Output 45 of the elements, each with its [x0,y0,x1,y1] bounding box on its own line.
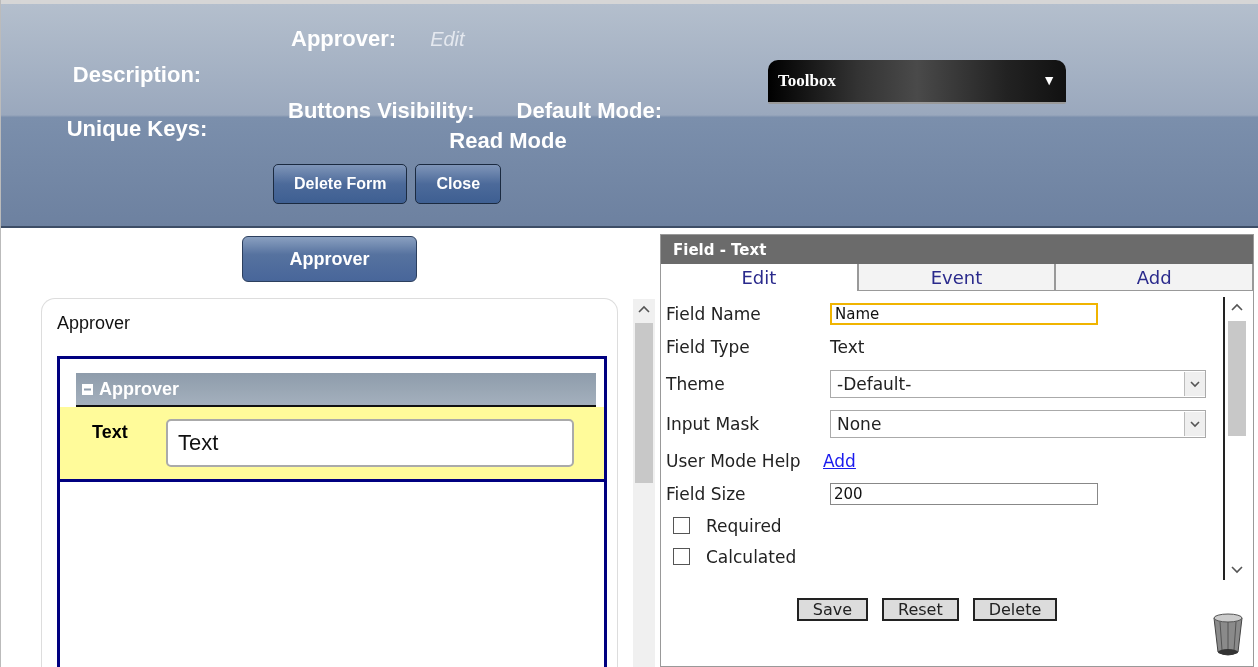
checkbox-label: Required [706,515,782,536]
form-button[interactable]: Approver [242,236,417,282]
text-field[interactable]: 200 [830,482,1098,505]
scrollbar[interactable] [1223,297,1249,580]
property-label: Field Type [666,337,751,357]
unique-keys-label: Unique Keys: [66,116,208,142]
scroll-up-icon[interactable] [1231,303,1243,311]
panel-title: Field - Text [661,235,1253,264]
chevron-down-icon[interactable] [1190,380,1200,388]
toolbox-dropdown[interactable]: Toolbox ▼ [768,60,1066,104]
collapse-icon[interactable] [82,383,93,395]
text-input[interactable]: Text [166,419,574,467]
buttons-visibility-label: Buttons Visibility: [288,98,475,124]
section-title: Approver [99,378,179,400]
scroll-up-icon[interactable] [638,305,650,313]
reset-button[interactable]: Reset [882,598,959,621]
approver-value: Edit [430,28,465,51]
delete-form-button[interactable]: Delete Form [273,164,408,204]
tab[interactable]: Add [1055,264,1253,291]
select-field[interactable]: -Default- [830,370,1206,398]
chevron-down-icon[interactable] [1190,420,1200,428]
card-title: Approver [57,313,132,334]
close-button[interactable]: Close [415,164,502,204]
scroll-down-icon[interactable] [1231,566,1243,574]
scrollbar[interactable] [633,299,655,667]
select-field[interactable]: None [830,410,1206,438]
property-label: Field Name [666,303,762,324]
field-label: Text [92,421,129,443]
add-link[interactable]: Add [823,450,856,471]
default-mode-label: Default Mode: [516,98,663,124]
description-label: Description: [72,62,202,88]
property-value: Text [830,337,865,357]
checkbox-label: Calculated [706,546,797,567]
checkbox[interactable] [673,548,690,565]
property-label: Field Size [666,483,747,504]
delete-button[interactable]: Delete [972,598,1058,621]
trash-icon[interactable] [1211,612,1245,656]
save-button[interactable]: Save [796,598,868,621]
property-label: Theme [666,374,726,394]
text-field[interactable]: Name [830,302,1098,325]
default-mode-value: Read Mode [449,128,567,154]
approver-label: Approver: [291,26,397,52]
tab[interactable]: Event [857,264,1056,291]
property-label: Input Mask [666,414,761,434]
checkbox[interactable] [673,517,690,534]
